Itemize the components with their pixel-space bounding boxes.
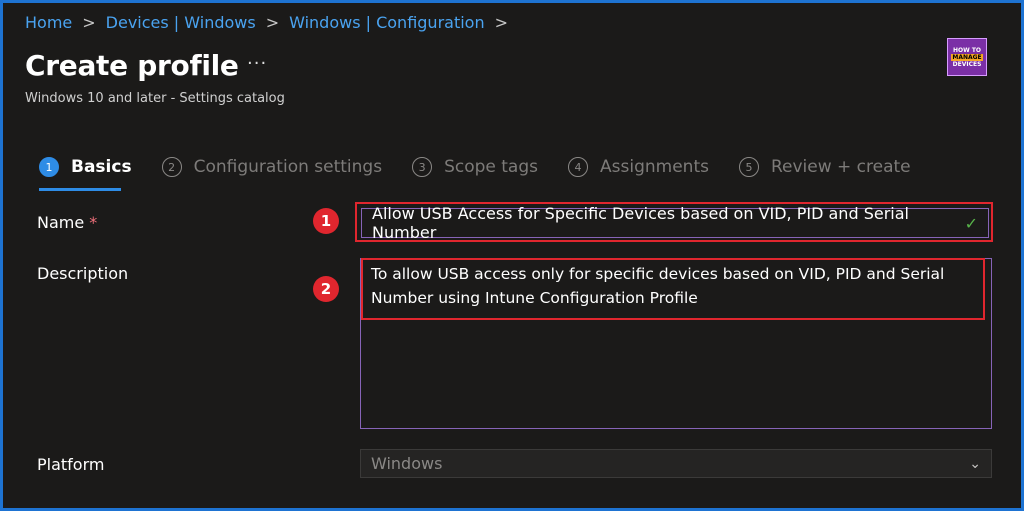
page-frame: Home > Devices | Windows > Windows | Con… bbox=[0, 0, 1024, 511]
name-label-text: Name bbox=[37, 213, 85, 232]
required-indicator: * bbox=[89, 213, 98, 232]
annotation-badge-2: 2 bbox=[313, 276, 339, 302]
more-options-button[interactable]: ··· bbox=[247, 53, 267, 74]
chevron-right-icon: > bbox=[494, 13, 509, 32]
description-label: Description bbox=[37, 264, 129, 283]
platform-value: Windows bbox=[371, 454, 443, 473]
tab-configuration-settings[interactable]: 2 Configuration settings bbox=[161, 157, 383, 177]
step-number-icon: 4 bbox=[568, 157, 589, 177]
step-label: Assignments bbox=[600, 157, 709, 177]
tab-basics[interactable]: 1 Basics bbox=[39, 157, 132, 177]
brand-logo: HOW TO MANAGE DEVICES bbox=[947, 38, 987, 76]
step-number-icon: 3 bbox=[412, 157, 433, 177]
logo-text: MANAGE bbox=[951, 53, 983, 61]
step-label: Configuration settings bbox=[193, 157, 383, 177]
step-number-icon: 1 bbox=[39, 157, 59, 177]
tab-assignments[interactable]: 4 Assignments bbox=[568, 157, 709, 177]
breadcrumb-windows-configuration[interactable]: Windows | Configuration bbox=[289, 13, 485, 32]
step-label: Scope tags bbox=[444, 157, 539, 177]
logo-text: HOW TO bbox=[952, 46, 982, 54]
chevron-right-icon: > bbox=[82, 13, 96, 32]
breadcrumb-devices-windows[interactable]: Devices | Windows bbox=[106, 13, 256, 32]
platform-label: Platform bbox=[37, 455, 105, 474]
highlight-box-description bbox=[361, 258, 985, 320]
highlight-box-name bbox=[355, 202, 993, 242]
breadcrumb-home[interactable]: Home bbox=[25, 13, 72, 32]
step-label: Review + create bbox=[770, 157, 911, 177]
tab-scope-tags[interactable]: 3 Scope tags bbox=[412, 157, 538, 177]
breadcrumb: Home > Devices | Windows > Windows | Con… bbox=[25, 13, 518, 32]
chevron-right-icon: > bbox=[265, 13, 280, 32]
tab-review-create[interactable]: 5 Review + create bbox=[738, 157, 911, 177]
step-number-icon: 5 bbox=[738, 157, 759, 177]
name-label: Name * bbox=[37, 213, 97, 232]
logo-text: DEVICES bbox=[952, 60, 982, 68]
page-title: Create profile bbox=[25, 49, 239, 82]
step-number-icon: 2 bbox=[161, 157, 182, 177]
active-tab-indicator bbox=[39, 188, 121, 191]
chevron-down-icon: ⌄ bbox=[969, 455, 981, 472]
step-label: Basics bbox=[71, 157, 132, 177]
annotation-badge-1: 1 bbox=[313, 208, 339, 234]
wizard-steps: 1 Basics 2 Configuration settings 3 Scop… bbox=[39, 157, 941, 177]
platform-select: Windows ⌄ bbox=[360, 449, 992, 478]
page-subtitle: Windows 10 and later - Settings catalog bbox=[25, 91, 285, 106]
